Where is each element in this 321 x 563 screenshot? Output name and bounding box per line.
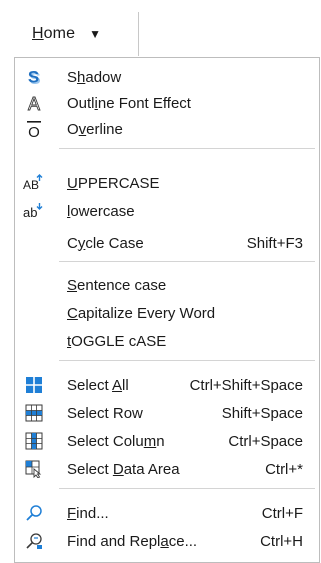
menu-item-label: Capitalize Every Word [67,304,216,322]
svg-text:O: O [28,124,40,139]
find-replace-icon [23,530,45,552]
toolbar: Home ▼ [0,0,321,58]
menu-separator [59,360,315,361]
menu-item-shortcut: Ctrl+Space [228,432,303,450]
select-row-icon [23,402,45,424]
svg-text:S: S [28,68,39,87]
menu-item-lowercase[interactable]: ab lowercase [15,198,319,224]
menu-item-label: Select Row [67,404,143,422]
menu-item-label: Overline [67,120,123,138]
menu-item-shortcut: Ctrl+F [261,504,303,522]
shadow-icon: S S [23,66,45,88]
menu-item-shortcut: Shift+Space [221,404,303,422]
menu-item-toggle-case[interactable]: tOGGLE cASE [15,328,319,354]
lowercase-icon: ab [23,200,45,222]
menu-item-shortcut: Ctrl+Shift+Space [189,376,303,394]
menu-item-find[interactable]: Find... Ctrl+F [15,500,319,526]
menu-item-label: Select All [67,376,129,394]
menu-item-capitalize-every-word[interactable]: Capitalize Every Word [15,300,319,326]
menu-item-label: Cycle Case [67,234,144,252]
menu-item-overline[interactable]: O Overline [15,116,319,142]
menu-item-select-column[interactable]: Select Column Ctrl+Space [15,428,319,454]
menu-item-label: Sentence case [67,276,167,294]
overline-icon: O [23,118,45,140]
svg-text:A: A [28,94,40,113]
menu-item-label: Shadow [67,68,122,86]
menu-item-outline-font-effect[interactable]: A Outline Font Effect [15,90,319,116]
menu-item-label: Select Data Area [67,460,180,478]
menu-item-label: Find and Replace... [67,532,198,550]
menu-separator [59,488,315,489]
menu-item-label: UPPERCASE [67,174,160,192]
menu-item-shadow[interactable]: S S Shadow [15,64,319,90]
home-dropdown-button[interactable]: Home ▼ [32,20,101,48]
chevron-down-icon[interactable]: ▼ [89,27,101,41]
select-column-icon [23,430,45,452]
menu-item-find-and-replace[interactable]: Find and Replace... Ctrl+H [15,528,319,554]
menu-item-select-all[interactable]: Select All Ctrl+Shift+Space [15,372,319,398]
menu-item-label: tOGGLE cASE [67,332,167,350]
toolbar-separator [138,12,139,56]
menu-separator [59,148,315,149]
home-label: Home [32,25,76,42]
uppercase-icon: AB [23,172,45,194]
menu-item-sentence-case[interactable]: Sentence case [15,272,319,298]
svg-text:AB: AB [23,178,39,192]
menu-item-cycle-case[interactable]: Cycle Case Shift+F3 [15,230,319,256]
home-dropdown-menu: S S Shadow A Outline Font Effect O Overl… [14,57,320,563]
menu-item-label: lowercase [67,202,135,220]
menu-item-uppercase[interactable]: AB UPPERCASE [15,170,319,196]
find-icon [23,502,45,524]
menu-item-label: Select Column [67,432,165,450]
menu-item-shortcut: Ctrl+* [265,460,303,478]
menu-item-label: Outline Font Effect [67,94,191,112]
svg-text:ab: ab [23,205,37,220]
menu-item-label: Find... [67,504,109,522]
menu-item-shortcut: Ctrl+H [260,532,303,550]
menu-item-select-data-area[interactable]: Select Data Area Ctrl+* [15,456,319,482]
menu-separator [59,261,315,262]
select-data-area-icon [23,458,45,480]
outline-font-icon: A [23,92,45,114]
menu-item-select-row[interactable]: Select Row Shift+Space [15,400,319,426]
menu-item-shortcut: Shift+F3 [246,234,303,252]
select-all-icon [23,374,45,396]
